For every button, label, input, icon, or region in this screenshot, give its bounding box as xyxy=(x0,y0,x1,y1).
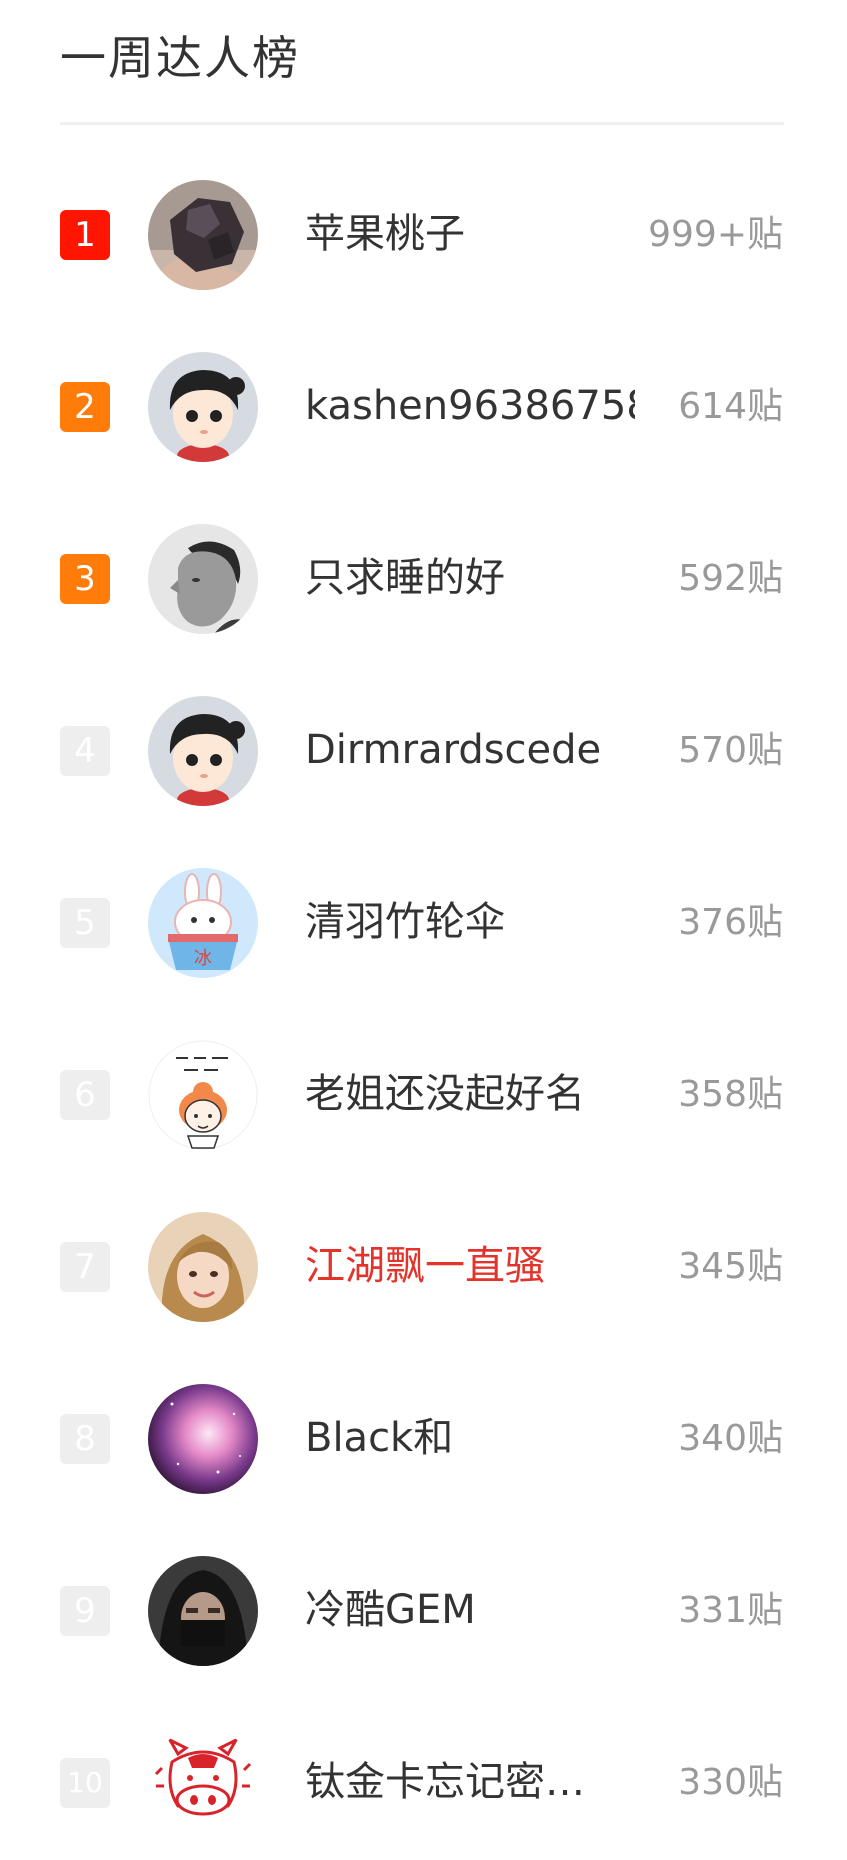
post-count: 376贴 xyxy=(678,902,783,943)
leaderboard-row[interactable]: 3 只求睡的好 592贴 xyxy=(0,484,847,656)
user-name[interactable]: 冷酷GEM xyxy=(305,1582,476,1638)
user-name[interactable]: 钛金卡忘记密… xyxy=(305,1754,585,1810)
leaderboard-row[interactable]: 8 Black和 340贴 xyxy=(0,1344,847,1516)
user-name[interactable]: Black和 xyxy=(305,1410,453,1466)
rank-badge: 8 xyxy=(60,1414,110,1464)
leaderboard-row[interactable]: 5 冰 清羽竹轮伞 376贴 xyxy=(0,828,847,1000)
leaderboard-row[interactable]: 9 冷酷GEM 331贴 xyxy=(0,1516,847,1688)
default-cartoon-avatar[interactable] xyxy=(148,696,258,806)
rank-badge: 5 xyxy=(60,898,110,948)
post-count: 330贴 xyxy=(678,1762,783,1803)
rank-badge: 10 xyxy=(60,1758,110,1808)
leaderboard-row[interactable]: 2 kashen96386758 614贴 xyxy=(0,312,847,484)
leaderboard-row[interactable]: 10 钛金卡忘记密… 330贴 xyxy=(0,1688,847,1860)
user-name[interactable]: 江湖飘一直骚 xyxy=(305,1238,545,1294)
user-name[interactable]: 清羽竹轮伞 xyxy=(305,894,505,950)
leaderboard-row[interactable]: 7 江湖飘一直骚 345贴 xyxy=(0,1172,847,1344)
user-name[interactable]: 老姐还没起好名 xyxy=(305,1066,585,1122)
post-count: 592贴 xyxy=(678,558,783,599)
user-name[interactable]: 只求睡的好 xyxy=(305,550,505,606)
girl-doodle-avatar[interactable] xyxy=(148,1040,258,1150)
red-ox-cartoon-avatar[interactable] xyxy=(148,1728,258,1838)
page-title: 一周达人榜 xyxy=(60,31,300,85)
woman-portrait-avatar[interactable] xyxy=(148,1212,258,1322)
leaderboard-row[interactable]: 6 老姐还没起好名 358贴 xyxy=(0,1000,847,1172)
man-portrait-avatar[interactable] xyxy=(148,524,258,634)
rank-badge: 3 xyxy=(60,554,110,604)
user-name[interactable]: 苹果桃子 xyxy=(305,206,465,262)
user-name[interactable]: Dirmrardscede xyxy=(305,722,601,778)
rank-badge: 6 xyxy=(60,1070,110,1120)
user-name[interactable]: kashen96386758 xyxy=(305,378,635,434)
leaderboard-page: 一周达人榜 1 苹果桃子 999+贴 2 kashen96386758 614贴… xyxy=(0,0,847,1859)
rank-badge: 1 xyxy=(60,210,110,260)
rank-badge: 4 xyxy=(60,726,110,776)
divider xyxy=(60,122,784,125)
post-count: 345贴 xyxy=(678,1246,783,1287)
post-count: 340贴 xyxy=(678,1418,783,1459)
leaderboard-row[interactable]: 4 Dirmrardscede 570贴 xyxy=(0,656,847,828)
default-cartoon-avatar[interactable] xyxy=(148,352,258,462)
rank-badge: 7 xyxy=(60,1242,110,1292)
hooded-person-avatar[interactable] xyxy=(148,1556,258,1666)
rock-photo-avatar[interactable] xyxy=(148,180,258,290)
post-count: 614贴 xyxy=(678,386,783,427)
bunny-cartoon-avatar[interactable]: 冰 xyxy=(148,868,258,978)
rank-badge: 2 xyxy=(60,382,110,432)
post-count: 999+贴 xyxy=(648,214,783,255)
rank-badge: 9 xyxy=(60,1586,110,1636)
svg-text:冰: 冰 xyxy=(194,948,212,969)
leaderboard-row[interactable]: 1 苹果桃子 999+贴 xyxy=(0,140,847,312)
post-count: 358贴 xyxy=(678,1074,783,1115)
post-count: 331贴 xyxy=(678,1590,783,1631)
galaxy-nebula-avatar[interactable] xyxy=(148,1384,258,1494)
post-count: 570贴 xyxy=(678,730,783,771)
